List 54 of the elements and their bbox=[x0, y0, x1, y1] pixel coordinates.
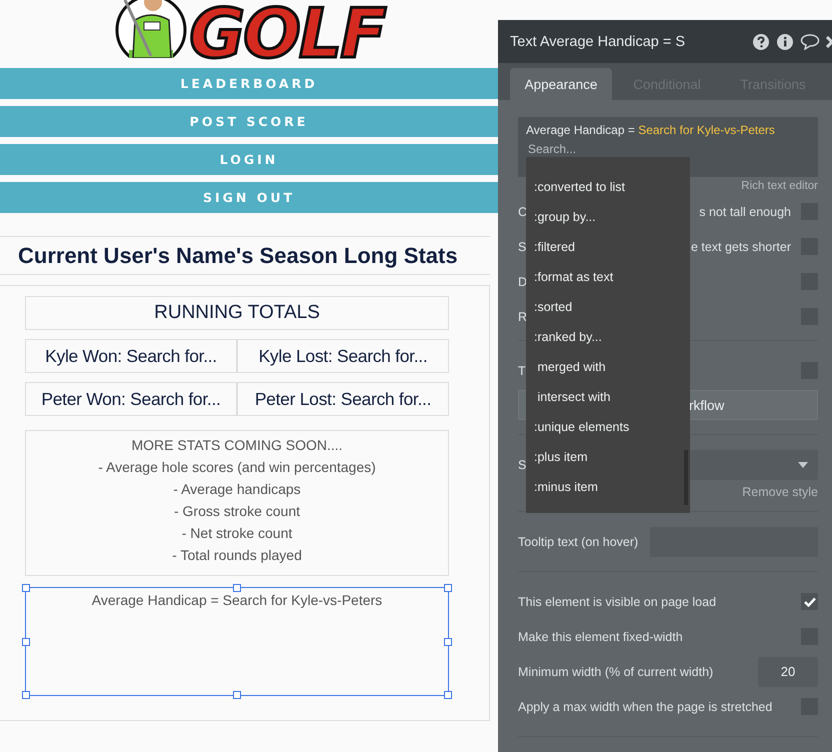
page-heading: Current User's Name's Season Long Stats bbox=[18, 242, 458, 268]
menu-item[interactable]: intersect with bbox=[526, 382, 690, 412]
option-label: C bbox=[518, 204, 528, 218]
option-label: e text gets shorter bbox=[690, 240, 791, 254]
resize-handle[interactable] bbox=[233, 691, 241, 699]
min-width-field[interactable]: 20 bbox=[758, 656, 818, 686]
panel-tab[interactable]: Appearance bbox=[510, 68, 612, 100]
panel-title: Text Average Handicap = S bbox=[510, 34, 686, 50]
stats-line: MORE STATS COMING SOON.... bbox=[131, 436, 343, 455]
stats-line: - Net stroke count bbox=[182, 524, 292, 543]
running-totals-title: RUNNING TOTALS bbox=[25, 296, 449, 330]
info-icon[interactable] bbox=[776, 32, 794, 50]
logo-wordmark: GOLF bbox=[189, 4, 385, 60]
resize-handle[interactable] bbox=[444, 638, 452, 646]
total-cell: Peter Won: Search for... bbox=[25, 382, 237, 416]
menu-item[interactable]: :sorted bbox=[526, 292, 690, 322]
stats-line: - Total rounds played bbox=[172, 546, 302, 565]
menu-item[interactable]: :minus item bbox=[526, 472, 690, 502]
option-label: Apply a max width when the page is stretched bbox=[518, 700, 772, 714]
menu-item[interactable]: :group by... bbox=[526, 202, 690, 232]
resize-handle[interactable] bbox=[22, 584, 30, 592]
option-label: s not tall enough bbox=[699, 204, 791, 218]
check-icon bbox=[804, 596, 816, 606]
option-label: S bbox=[518, 458, 526, 472]
expression-text: Average Handicap = Search for Kyle-vs-Peters bbox=[526, 123, 776, 137]
option-label: Make this element fixed-width bbox=[518, 630, 683, 644]
help-icon[interactable] bbox=[752, 32, 770, 50]
stats-line: - Average hole scores (and win percentages) bbox=[98, 458, 376, 477]
menu-item[interactable]: :unique elements bbox=[526, 412, 690, 442]
menu-item[interactable]: :ranked by... bbox=[526, 322, 690, 352]
checkbox[interactable] bbox=[801, 593, 818, 610]
option-label: T bbox=[518, 364, 526, 378]
menu-item[interactable]: :format as text bbox=[526, 262, 690, 292]
option-label: S bbox=[518, 240, 526, 254]
menu-item[interactable]: :plus item bbox=[526, 442, 690, 472]
option-label: Minimum width (% of current width) bbox=[518, 664, 714, 678]
option-label: Tooltip text (on hover) bbox=[518, 534, 638, 548]
resize-handle[interactable] bbox=[22, 638, 30, 646]
stats-line: - Average handicaps bbox=[173, 480, 301, 499]
stats-line: - Gross stroke count bbox=[174, 502, 300, 521]
menu-item[interactable]: :filtered bbox=[526, 232, 690, 262]
resize-handle[interactable] bbox=[22, 691, 30, 699]
option-label: R bbox=[518, 310, 528, 324]
average-handicap-text[interactable]: Average Handicap = Search for Kyle-vs-Peters bbox=[25, 587, 449, 696]
total-cell: Kyle Lost: Search for... bbox=[237, 339, 449, 373]
resize-handle[interactable] bbox=[444, 691, 452, 699]
total-cell: Peter Lost: Search for... bbox=[237, 382, 449, 416]
resize-handle[interactable] bbox=[444, 584, 452, 592]
menu-item[interactable]: merged with bbox=[526, 352, 690, 382]
resize-handle[interactable] bbox=[233, 584, 241, 592]
comment-icon[interactable] bbox=[800, 33, 820, 50]
option-label: This element is visible on page load bbox=[518, 594, 716, 608]
caret-icon bbox=[798, 462, 808, 468]
total-cell: Kyle Won: Search for... bbox=[25, 339, 237, 373]
